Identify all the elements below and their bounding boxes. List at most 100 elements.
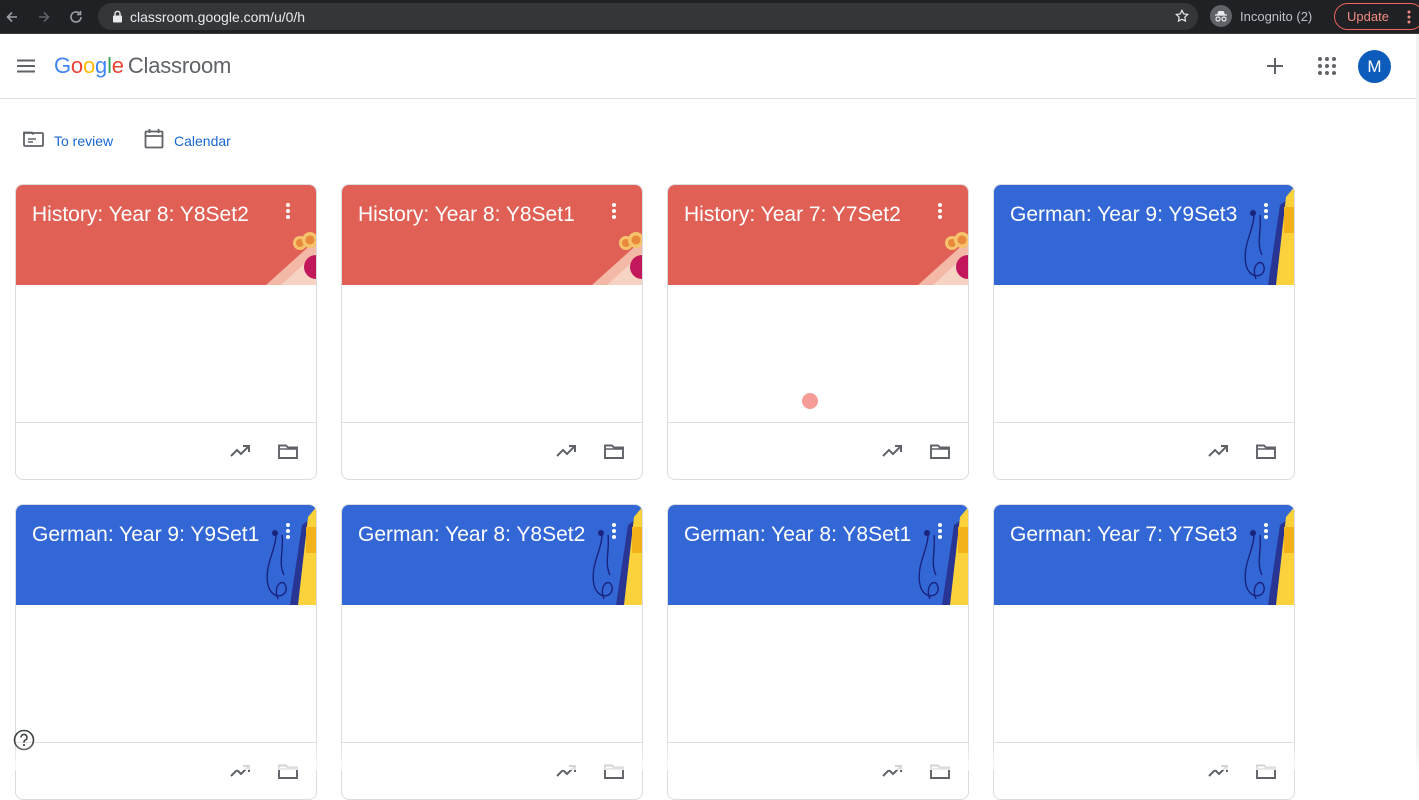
class-card-title[interactable]: History: Year 8: Y8Set2 — [32, 203, 264, 227]
class-card-banner[interactable]: German: Year 8: Y8Set1 — [668, 505, 968, 605]
main-menu-icon[interactable] — [14, 54, 38, 78]
incognito-label: Incognito (2) — [1240, 8, 1313, 24]
trending-up-icon[interactable] — [228, 759, 252, 783]
add-class-icon[interactable] — [1263, 54, 1287, 78]
class-card-body — [342, 605, 642, 743]
class-card-body — [16, 285, 316, 423]
folder-icon[interactable] — [928, 759, 952, 783]
trending-up-icon[interactable] — [880, 759, 904, 783]
history-banner-illustration — [532, 185, 642, 285]
class-card-title[interactable]: German: Year 7: Y7Set3 — [1010, 523, 1242, 547]
class-card-footer — [668, 423, 968, 479]
trending-up-icon[interactable] — [554, 759, 578, 783]
trending-up-icon[interactable] — [880, 439, 904, 463]
folder-icon[interactable] — [602, 759, 626, 783]
class-card-footer — [342, 743, 642, 799]
help-icon[interactable] — [13, 729, 35, 751]
incognito-indicator[interactable]: Incognito (2) — [1210, 4, 1312, 28]
class-card-title[interactable]: History: Year 7: Y7Set2 — [684, 203, 916, 227]
account-avatar[interactable]: M — [1358, 50, 1391, 83]
browser-toolbar: classroom.google.com/u/0/h Incognito (2)… — [0, 0, 1419, 34]
history-banner-illustration — [206, 185, 316, 285]
class-card-body — [342, 285, 642, 423]
class-card-footer — [994, 423, 1294, 479]
logo-letter: o — [82, 53, 96, 78]
more-vert-icon — [1407, 10, 1411, 27]
more-vert-icon[interactable] — [932, 203, 948, 223]
class-card-banner[interactable]: History: Year 8: Y8Set1 — [342, 185, 642, 285]
update-button[interactable]: Update — [1334, 3, 1419, 30]
class-card-title[interactable]: German: Year 9: Y9Set3 — [1010, 203, 1242, 227]
more-vert-icon[interactable] — [932, 523, 948, 543]
class-card-body — [994, 285, 1294, 423]
class-card-footer — [16, 743, 316, 799]
class-card[interactable]: German: Year 9: Y9Set1 — [15, 504, 317, 800]
language-banner-illustration — [206, 505, 316, 605]
class-card-banner[interactable]: German: Year 9: Y9Set1 — [16, 505, 316, 605]
class-card-title[interactable]: History: Year 8: Y8Set1 — [358, 203, 590, 227]
class-card[interactable]: History: Year 8: Y8Set2 — [15, 184, 317, 480]
class-card-title[interactable]: German: Year 8: Y8Set2 — [358, 523, 590, 547]
forward-arrow-icon[interactable] — [34, 7, 54, 27]
calendar-label: Calendar — [174, 133, 231, 149]
class-card-banner[interactable]: History: Year 8: Y8Set2 — [16, 185, 316, 285]
history-banner-illustration — [858, 185, 968, 285]
review-list-icon — [23, 130, 44, 153]
class-card[interactable]: History: Year 8: Y8Set1 — [341, 184, 643, 480]
more-vert-icon[interactable] — [1258, 523, 1274, 543]
logo-letter: o — [70, 53, 83, 78]
class-card[interactable]: German: Year 9: Y9Set3 — [993, 184, 1295, 480]
class-card-footer — [994, 743, 1294, 799]
class-card-banner[interactable]: German: Year 8: Y8Set2 — [342, 505, 642, 605]
class-card-banner[interactable]: History: Year 7: Y7Set2 — [668, 185, 968, 285]
class-card-body — [994, 605, 1294, 743]
reload-icon[interactable] — [66, 7, 86, 27]
language-banner-illustration — [532, 505, 642, 605]
folder-icon[interactable] — [602, 439, 626, 463]
logo-letter: G — [54, 53, 71, 78]
google-apps-icon[interactable] — [1315, 54, 1339, 78]
class-card-body — [668, 605, 968, 743]
google-classroom-logo[interactable]: Google Classroom — [54, 53, 231, 79]
class-card[interactable]: German: Year 7: Y7Set3 — [993, 504, 1295, 800]
more-vert-icon[interactable] — [606, 523, 622, 543]
class-card-footer — [668, 743, 968, 799]
folder-icon[interactable] — [1254, 439, 1278, 463]
calendar-link[interactable]: Calendar — [144, 128, 231, 154]
update-label: Update — [1347, 9, 1389, 24]
incognito-icon — [1210, 5, 1232, 27]
more-vert-icon[interactable] — [606, 203, 622, 223]
logo-letter: g — [95, 53, 108, 78]
class-card-footer — [342, 423, 642, 479]
class-card[interactable]: History: Year 7: Y7Set2 — [667, 184, 969, 480]
bookmark-star-icon[interactable] — [1174, 8, 1190, 24]
trending-up-icon[interactable] — [554, 439, 578, 463]
class-card-title[interactable]: German: Year 9: Y9Set1 — [32, 523, 264, 547]
back-arrow-icon[interactable] — [2, 7, 22, 27]
trending-up-icon[interactable] — [228, 439, 252, 463]
class-card[interactable]: German: Year 8: Y8Set2 — [341, 504, 643, 800]
class-card-banner[interactable]: German: Year 9: Y9Set3 — [994, 185, 1294, 285]
logo-letter: e — [111, 53, 124, 78]
folder-icon[interactable] — [928, 439, 952, 463]
class-card-body — [668, 285, 968, 423]
trending-up-icon[interactable] — [1206, 439, 1230, 463]
calendar-icon — [144, 128, 164, 154]
more-vert-icon[interactable] — [1258, 203, 1274, 223]
class-card-banner[interactable]: German: Year 7: Y7Set3 — [994, 505, 1294, 605]
more-vert-icon[interactable] — [280, 203, 296, 223]
app-header: Google Classroom M — [0, 34, 1419, 99]
product-name: Classroom — [127, 53, 232, 78]
to-review-link[interactable]: To review — [23, 128, 113, 154]
class-card-body — [16, 605, 316, 743]
class-card[interactable]: German: Year 8: Y8Set1 — [667, 504, 969, 800]
folder-icon[interactable] — [1254, 759, 1278, 783]
language-banner-illustration — [1184, 505, 1294, 605]
address-bar[interactable]: classroom.google.com/u/0/h — [98, 3, 1198, 30]
folder-icon[interactable] — [276, 439, 300, 463]
folder-icon[interactable] — [276, 759, 300, 783]
class-card-title[interactable]: German: Year 8: Y8Set1 — [684, 523, 916, 547]
lock-icon — [110, 10, 124, 24]
more-vert-icon[interactable] — [280, 523, 296, 543]
trending-up-icon[interactable] — [1206, 759, 1230, 783]
